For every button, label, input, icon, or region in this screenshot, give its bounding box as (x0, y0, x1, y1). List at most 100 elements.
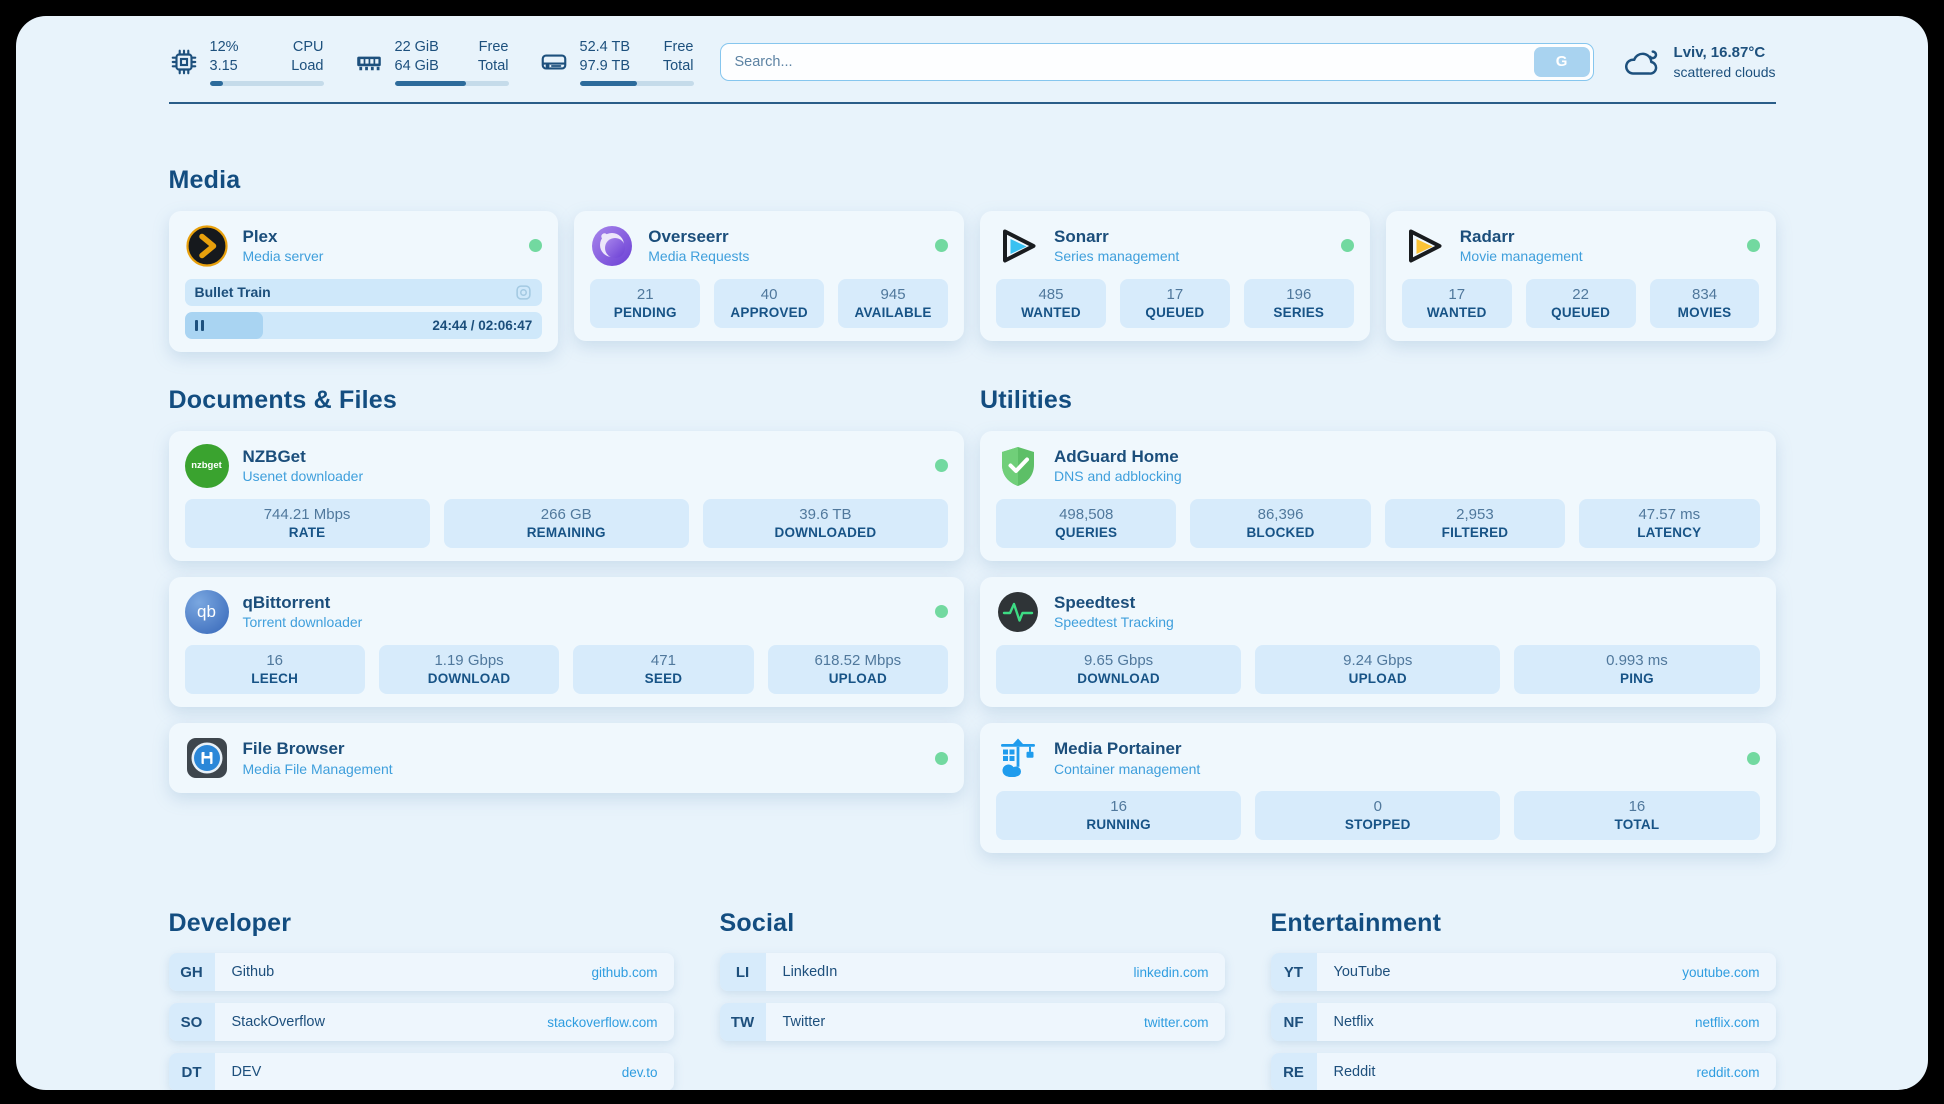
bookmark-name: Github (215, 953, 592, 991)
stat-label: LATENCY (1585, 525, 1753, 540)
bookmark-abbr: GH (169, 953, 215, 991)
stat-label: MOVIES (1656, 305, 1754, 320)
bookmark-url: github.com (591, 953, 673, 991)
bookmark-github[interactable]: GH Github github.com (169, 953, 674, 991)
stream-progress-fill (185, 312, 264, 339)
disk-total: 97.9 TB (580, 57, 631, 76)
bookmark-twitter[interactable]: TW Twitter twitter.com (720, 1003, 1225, 1041)
bookmark-url: linkedin.com (1133, 953, 1224, 991)
search-engine-button[interactable]: G (1534, 47, 1590, 77)
stat-value: 266 GB (450, 505, 683, 525)
stat-label: QUEUED (1126, 305, 1224, 320)
bookmark-linkedin[interactable]: LI LinkedIn linkedin.com (720, 953, 1225, 991)
stat-tile: 86,396BLOCKED (1190, 499, 1370, 548)
status-dot (1341, 239, 1354, 252)
section-title-developer: Developer (169, 909, 674, 938)
bookmark-url: stackoverflow.com (547, 1003, 673, 1041)
stat-tile: 2,953FILTERED (1385, 499, 1565, 548)
app-subtitle: Series management (1054, 247, 1327, 265)
stat-value: 1.19 Gbps (385, 651, 553, 671)
plex-card[interactable]: Plex Media server Bullet Train (169, 211, 559, 352)
stat-tile: 9.65 GbpsDOWNLOAD (996, 645, 1241, 694)
stat-tile: 17WANTED (1402, 279, 1512, 328)
stream-time: 24:44 / 02:06:47 (432, 312, 532, 339)
sonarr-icon (996, 224, 1040, 268)
nzbget-card[interactable]: nzbget NZBGet Usenet downloader 744.21 M… (169, 431, 965, 561)
plex-now-playing: Bullet Train 24:44 / 02:06:47 (185, 279, 543, 339)
stat-tile: 498,508QUERIES (996, 499, 1176, 548)
cpu-progress-fill (210, 81, 224, 86)
bookmark-name: StackOverflow (215, 1003, 548, 1041)
disk-free: 52.4 TB (580, 38, 631, 57)
bookmark-name: DEV (215, 1053, 622, 1090)
stat-tile: 16TOTAL (1514, 791, 1759, 840)
stat-label: WANTED (1002, 305, 1100, 320)
status-dot (1747, 239, 1760, 252)
adguard-icon (996, 444, 1040, 488)
bookmark-name: Twitter (766, 1003, 1144, 1041)
stat-label: BLOCKED (1196, 525, 1364, 540)
bookmark-name: LinkedIn (766, 953, 1134, 991)
disk-label1: Free (664, 38, 694, 57)
stat-value: 744.21 Mbps (191, 505, 424, 525)
bookmark-youtube[interactable]: YT YouTube youtube.com (1271, 953, 1776, 991)
webcam-icon[interactable] (515, 284, 532, 301)
disk-stat: 52.4 TBFree 97.9 TBTotal (539, 38, 694, 86)
stat-tile: 21PENDING (590, 279, 700, 328)
stat-label: DOWNLOAD (385, 671, 553, 686)
bookmark-reddit[interactable]: RE Reddit reddit.com (1271, 1053, 1776, 1090)
app-subtitle: DNS and adblocking (1054, 467, 1760, 485)
stat-tile: 266 GBREMAINING (444, 499, 689, 548)
dashboard-page: 12%CPU 3.15Load 22 GiBFree (16, 16, 1928, 1090)
app-title: Radarr (1460, 226, 1733, 247)
qbittorrent-card[interactable]: qb qBittorrent Torrent downloader 16LEEC… (169, 577, 965, 707)
system-stats: 12%CPU 3.15Load 22 GiBFree (169, 38, 694, 86)
stat-value: 9.65 Gbps (1002, 651, 1235, 671)
stat-value: 945 (844, 285, 942, 305)
search-input[interactable] (720, 43, 1594, 81)
stat-tile: 22QUEUED (1526, 279, 1636, 328)
portainer-card[interactable]: Media Portainer Container management 16R… (980, 723, 1776, 853)
bookmark-url: twitter.com (1144, 1003, 1225, 1041)
app-title: Media Portainer (1054, 738, 1733, 759)
cpu-loadavg: 3.15 (210, 57, 238, 76)
stat-label: SERIES (1250, 305, 1348, 320)
status-dot (529, 239, 542, 252)
status-dot (935, 605, 948, 618)
ram-total: 64 GiB (395, 57, 439, 76)
cpu-percent: 12% (210, 38, 239, 57)
stat-value: 17 (1126, 285, 1224, 305)
disk-progress-fill (580, 81, 637, 86)
bookmark-dev[interactable]: DT DEV dev.to (169, 1053, 674, 1090)
ram-progress-fill (395, 81, 467, 86)
stat-label: PING (1520, 671, 1753, 686)
speedtest-card[interactable]: Speedtest Speedtest Tracking 9.65 GbpsDO… (980, 577, 1776, 707)
bookmark-abbr: SO (169, 1003, 215, 1041)
stat-tile: 39.6 TBDOWNLOADED (703, 499, 948, 548)
app-subtitle: Torrent downloader (243, 613, 922, 631)
stat-value: 17 (1408, 285, 1506, 305)
overseerr-card[interactable]: Overseerr Media Requests 21PENDING 40APP… (574, 211, 964, 341)
bookmark-name: YouTube (1317, 953, 1683, 991)
adguard-card[interactable]: AdGuard Home DNS and adblocking 498,508Q… (980, 431, 1776, 561)
stat-label: WANTED (1408, 305, 1506, 320)
ram-icon (354, 47, 384, 77)
nzbget-icon: nzbget (185, 444, 229, 488)
status-dot (935, 459, 948, 472)
plex-icon (185, 224, 229, 268)
section-entertainment: Entertainment YT YouTube youtube.com NF … (1271, 909, 1776, 1090)
disk-icon (539, 47, 569, 77)
stat-value: 39.6 TB (709, 505, 942, 525)
bookmark-stackoverflow[interactable]: SO StackOverflow stackoverflow.com (169, 1003, 674, 1041)
stat-tile: 618.52 MbpsUPLOAD (768, 645, 948, 694)
stat-value: 0 (1261, 797, 1494, 817)
bookmark-netflix[interactable]: NF Netflix netflix.com (1271, 1003, 1776, 1041)
sonarr-card[interactable]: Sonarr Series management 485WANTED 17QUE… (980, 211, 1370, 341)
filebrowser-card[interactable]: File Browser Media File Management (169, 723, 965, 793)
radarr-card[interactable]: Radarr Movie management 17WANTED 22QUEUE… (1386, 211, 1776, 341)
app-title: Plex (243, 226, 516, 247)
bookmark-abbr: LI (720, 953, 766, 991)
stat-value: 485 (1002, 285, 1100, 305)
bookmark-url: reddit.com (1696, 1053, 1775, 1090)
search-bar: G (720, 43, 1594, 81)
